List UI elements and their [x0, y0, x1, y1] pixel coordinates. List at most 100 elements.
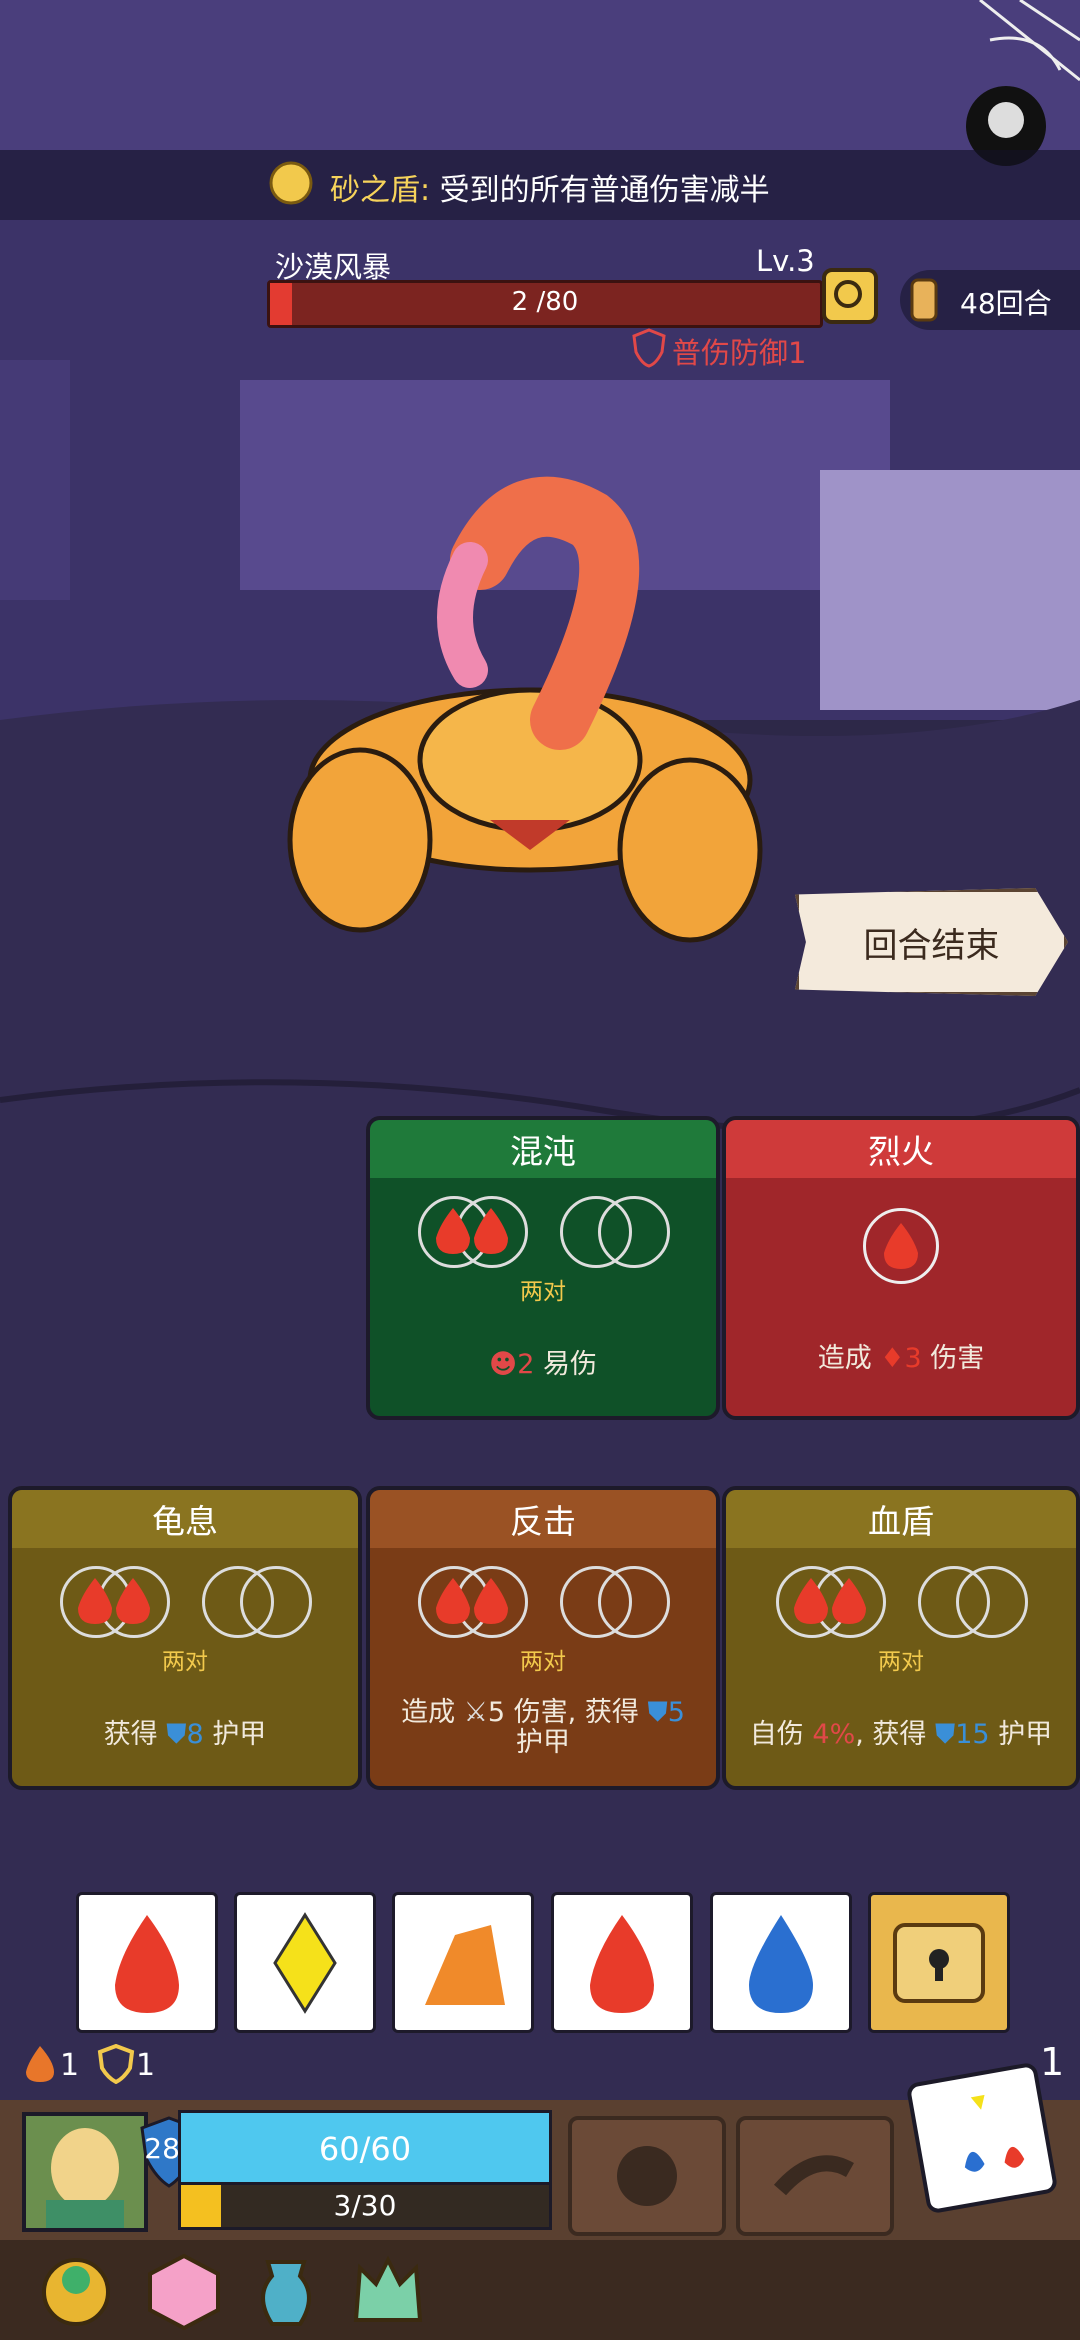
card-effect: 造成 ♦3 伤害 [726, 1336, 1076, 1375]
end-turn-label: 回合结束 [863, 925, 1000, 966]
fire-icon [116, 1578, 150, 1624]
enemy-level: Lv.3 [756, 244, 815, 278]
effect-number: 4% [812, 1719, 856, 1750]
buff-description: 砂之盾: 受到的所有普通伤害减半 [330, 165, 770, 209]
player-portrait[interactable] [22, 2112, 148, 2232]
card-effect: 自伤 4%, 获得 ⛊15 护甲 [726, 1712, 1076, 1751]
fire-pair-slot [776, 1566, 886, 1638]
slot-ring [240, 1566, 312, 1638]
empty-pair-slot [202, 1566, 312, 1638]
die-earth[interactable] [392, 1892, 534, 2033]
player-hp-bar: 60/60 [178, 2110, 552, 2188]
card-blood-shield[interactable]: 血盾 两对 自伤 4%, 获得 ⛊15 护甲 [722, 1486, 1080, 1790]
card-counter[interactable]: 反击 两对 造成 ⚔5 伤害, 获得 ⛊5 护甲 [366, 1486, 720, 1790]
empty-pair-slot [560, 1196, 670, 1268]
hero-avatar-icon [26, 2116, 144, 2228]
buff-name: 砂之盾 [330, 173, 420, 208]
enemy-info-icon[interactable] [820, 266, 880, 326]
gem-ring-icon[interactable] [34, 2250, 118, 2334]
die-diamond[interactable] [234, 1892, 376, 2033]
dice-icon [964, 2094, 1025, 2172]
defense-shield-icon [632, 328, 666, 368]
effect-number: 8 [186, 1719, 204, 1750]
card-turtle-breath[interactable]: 龟息 两对 获得 ⛊8 护甲 [8, 1486, 362, 1790]
pair-requirement: 两对 [520, 1649, 566, 1675]
fire-resource-icon [26, 2046, 54, 2082]
fire-icon [590, 1915, 654, 2013]
effect-number: 3 [904, 1343, 922, 1374]
player-xp-text: 3/30 [333, 2189, 397, 2222]
fire-icon [884, 1223, 918, 1269]
card-blaze[interactable]: 烈火 造成 ♦3 伤害 [722, 1116, 1080, 1420]
die-fire[interactable] [551, 1892, 693, 2033]
die-water[interactable] [710, 1892, 852, 2033]
slot-ring [598, 1196, 670, 1268]
vulnerable-icon: ☻ [489, 1349, 518, 1380]
shield-count: 1 [136, 2048, 156, 2083]
diamond-icon [273, 1912, 337, 2014]
card-effect: ☻2 易伤 [370, 1342, 716, 1381]
card-title: 龟息 [12, 1490, 358, 1548]
armor-icon: ⛊ [935, 1719, 956, 1750]
fire-icon [115, 1915, 179, 2013]
card-chaos-title: 混沌 [370, 1120, 716, 1178]
effect-number: 2 [517, 1349, 535, 1380]
effect-number: 5 [667, 1697, 685, 1728]
fire-pair-slot [418, 1566, 528, 1638]
skill-slot-fist[interactable] [568, 2116, 726, 2236]
effect-prefix: 造成 [401, 1697, 456, 1728]
buff-desc: 受到的所有普通伤害减半 [439, 173, 770, 208]
effect-number: 5 [487, 1697, 506, 1728]
empty-pair-slot [918, 1566, 1028, 1638]
sword-icon: ⚔ [463, 1697, 488, 1728]
buff-separator: : [420, 173, 431, 208]
jar-icon[interactable] [244, 2250, 328, 2334]
fire-pair-slot [418, 1196, 528, 1268]
fire-count: 1 [60, 2048, 80, 2083]
effect-mid: 伤害, 获得 [513, 1697, 639, 1728]
enemy-hp-text: 2 /80 [511, 287, 579, 317]
empty-pair-slot [560, 1566, 670, 1638]
slot-ring [598, 1566, 670, 1638]
fire-icon [474, 1578, 508, 1624]
effect-text: 护甲 [212, 1719, 267, 1750]
locked-chest-slot[interactable] [868, 1892, 1010, 2033]
shield-resource-icon [97, 2044, 135, 2084]
card-effect: 造成 ⚔5 伤害, 获得 ⛊5 护甲 [370, 1698, 716, 1758]
d20-dice-icon[interactable] [142, 2250, 226, 2334]
die-fire[interactable] [76, 1892, 218, 2033]
fire-icon [474, 1208, 508, 1254]
player-xp-bar: 3/30 [178, 2182, 552, 2230]
enemy-status-text: 普伤防御1 [672, 336, 807, 370]
shield-buff-icon [269, 161, 313, 205]
player-hp-text: 60/60 [318, 2130, 412, 2168]
pair-requirement: 两对 [162, 1649, 208, 1675]
fire-icon [832, 1578, 866, 1624]
water-icon [749, 1915, 813, 2013]
effect-mid: , 获得 [855, 1719, 927, 1750]
card-title: 血盾 [726, 1490, 1076, 1548]
card-blaze-title: 烈火 [726, 1120, 1076, 1178]
locked-chest-icon [893, 1923, 985, 2003]
turn-count-text: 48回合 [960, 287, 1052, 320]
roll-dice-button[interactable] [905, 2061, 1059, 2215]
jade-crown-icon[interactable] [346, 2250, 430, 2334]
player-xp-fill [181, 2185, 221, 2227]
fire-pair-slot [60, 1566, 170, 1638]
scroll-icon [910, 278, 938, 322]
pair-requirement: 两对 [878, 1649, 924, 1675]
single-slot [863, 1208, 939, 1284]
armor-icon: ⛊ [647, 1697, 668, 1728]
slot-ring [956, 1566, 1028, 1638]
fist-icon [617, 2146, 677, 2206]
earth-icon [425, 1925, 505, 2005]
claw-icon [773, 2155, 854, 2196]
end-turn-button[interactable]: 回合结束 [795, 888, 1068, 996]
effect-text: 护甲 [998, 1719, 1053, 1750]
card-chaos[interactable]: 混沌 两对 ☻2 易伤 [366, 1116, 720, 1420]
effect-text: 易伤 [542, 1349, 597, 1380]
pair-requirement: 两对 [520, 1279, 566, 1305]
effect-number: 15 [955, 1719, 990, 1750]
skill-slot-claw[interactable] [736, 2116, 894, 2236]
fire-icon: ♦ [880, 1343, 905, 1374]
